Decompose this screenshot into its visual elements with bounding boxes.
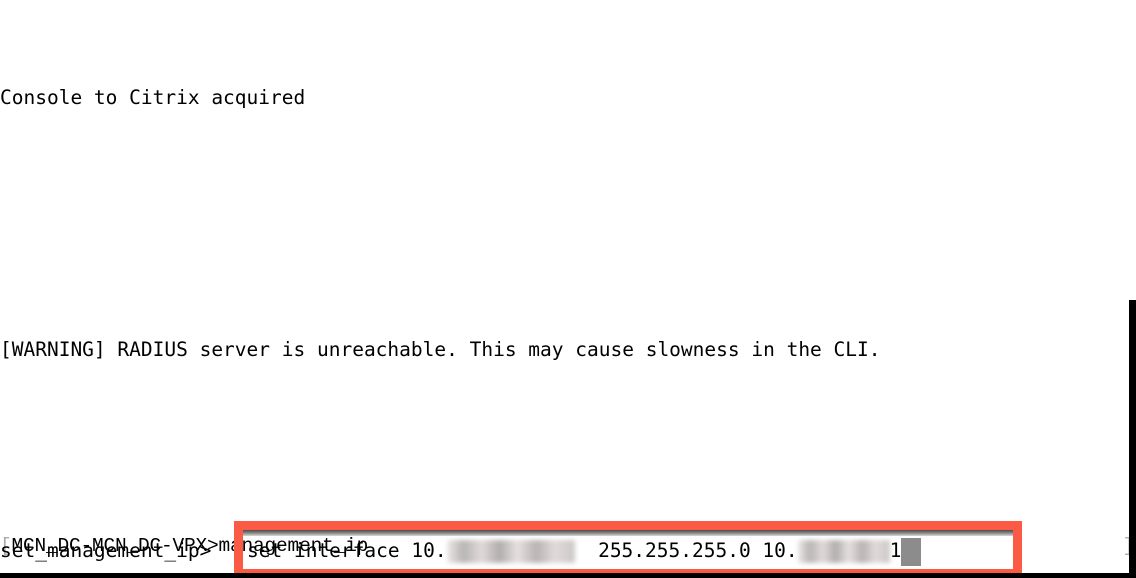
output-line-radius-warning: [WARNING] RADIUS server is unreachable. … xyxy=(0,338,881,361)
redacted-ip-address-2 xyxy=(797,540,890,563)
redacted-ip-address-1 xyxy=(446,540,575,563)
text-cursor xyxy=(901,537,922,566)
output-line-blank-3 xyxy=(0,420,1136,448)
output-line-blank-2 xyxy=(0,252,1136,280)
command-typed-text[interactable]: set interface 10. 255.255.255.0 10. 1 xyxy=(247,536,922,566)
command-prompt-label: set_management_ip> xyxy=(0,539,212,562)
window-bottom-edge-bar xyxy=(0,573,1136,578)
command-text-middle: 255.255.255.0 10. xyxy=(574,539,798,562)
terminal-screen: Console to Citrix acquired [WARNING] RAD… xyxy=(0,0,1136,578)
output-line-console-acquired: Console to Citrix acquired xyxy=(0,86,306,109)
highlight-box-inner-shadow xyxy=(243,530,1013,536)
output-line-blank-1 xyxy=(0,168,1136,196)
command-text-suffix: 1 xyxy=(889,539,902,562)
terminal-output[interactable]: Console to Citrix acquired [WARNING] RAD… xyxy=(0,0,1136,578)
command-text-prefix: set interface 10. xyxy=(247,539,447,562)
command-input-line[interactable]: set_management_ip> set interface 10. 255… xyxy=(0,536,1136,566)
